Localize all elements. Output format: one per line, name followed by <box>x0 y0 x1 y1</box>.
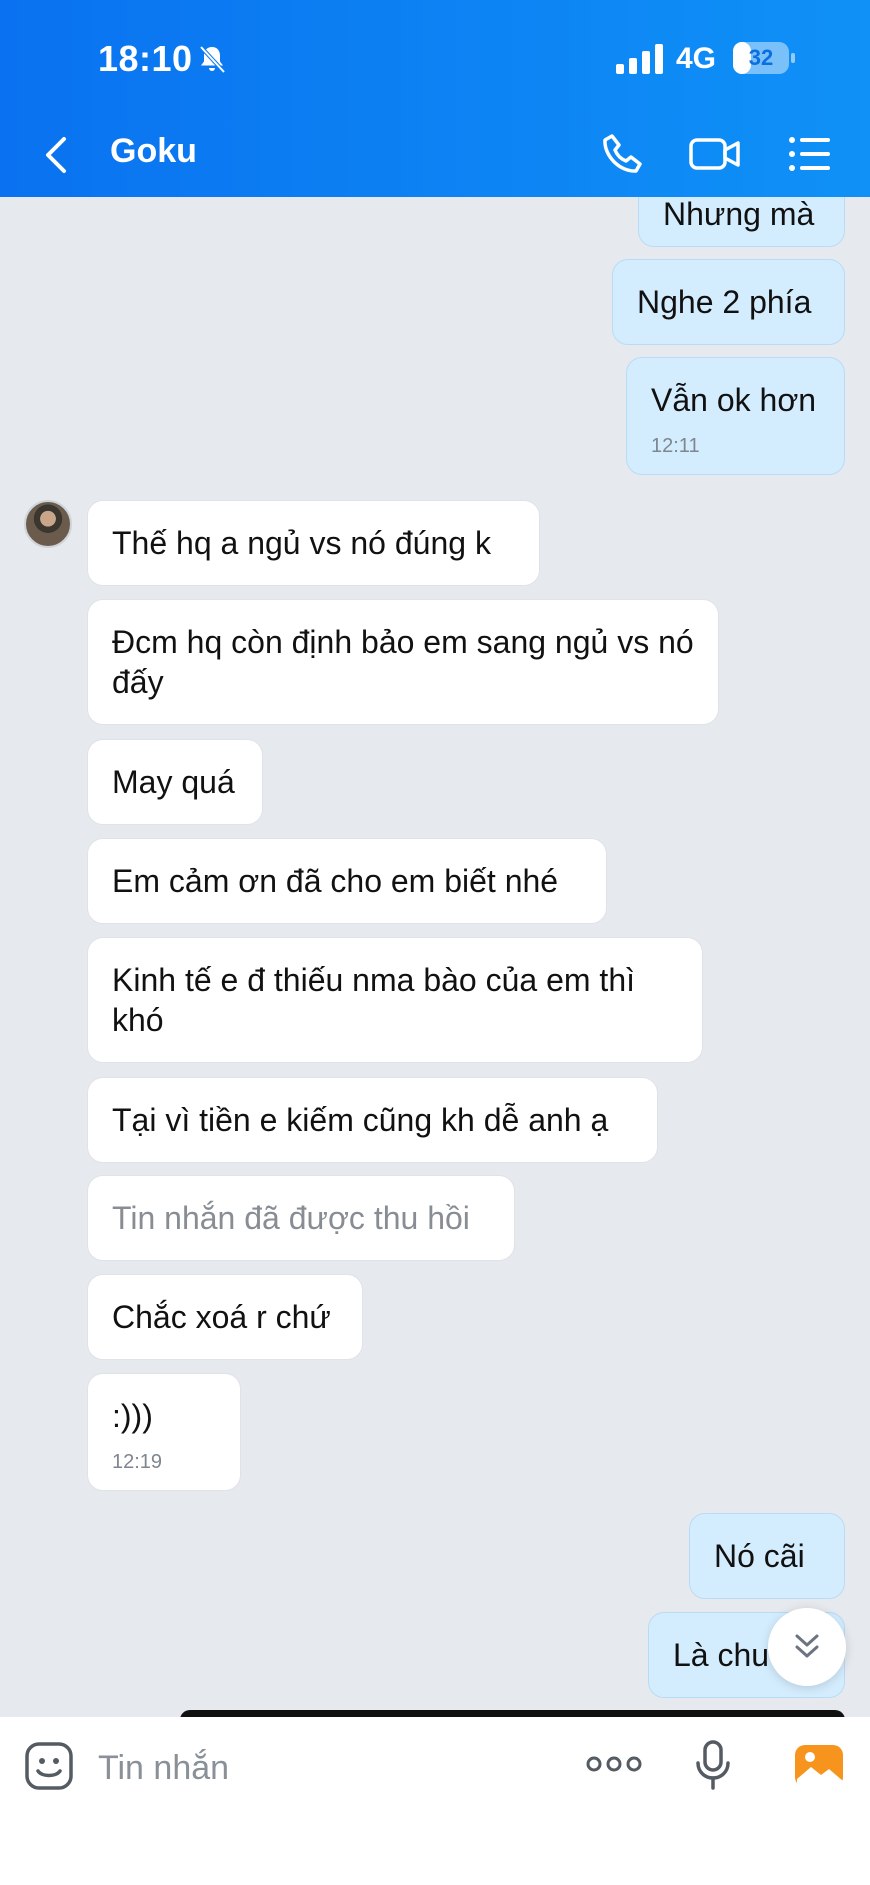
message-text: Đcm hq còn định bảo em sang ngủ vs nó đấ… <box>112 624 694 700</box>
message-text: May quá <box>112 764 235 800</box>
message-bubble-outgoing[interactable]: Nhưng mà <box>638 197 845 247</box>
message-text: Chắc xoá r chứ <box>112 1299 331 1335</box>
message-text: Tại vì tiền e kiếm cũng kh dễ anh ạ <box>112 1102 609 1138</box>
message-text: Nhưng mà <box>663 197 815 232</box>
message-time: 12:11 <box>651 435 700 457</box>
message-bubble-outgoing[interactable]: Vẫn ok hơn 12:11 <box>626 357 845 475</box>
message-bubble-incoming[interactable]: Kinh tế e đ thiếu nma bào của em thì khó <box>87 937 703 1063</box>
message-input[interactable] <box>96 1737 540 1799</box>
video-call-icon[interactable] <box>688 130 742 178</box>
avatar[interactable] <box>24 500 72 548</box>
message-bubble-incoming[interactable]: Đcm hq còn định bảo em sang ngủ vs nó đấ… <box>87 599 719 725</box>
back-icon[interactable] <box>40 135 76 175</box>
network-type: 4G <box>676 42 717 75</box>
message-bubble-outgoing[interactable]: Nó cãi <box>689 1513 845 1599</box>
message-bubble-outgoing[interactable]: Nghe 2 phía <box>612 259 845 345</box>
message-bubble-incoming[interactable]: May quá <box>87 739 263 825</box>
chat-messages[interactable]: Nhưng mà Nghe 2 phía Vẫn ok hơn 12:11 Th… <box>0 197 870 1717</box>
message-input-bar <box>0 1717 870 1885</box>
message-bubble-incoming[interactable]: Em cảm ơn đã cho em biết nhé <box>87 838 607 924</box>
status-time: 18:10 <box>98 38 193 79</box>
message-bubble-incoming[interactable]: Tại vì tiền e kiếm cũng kh dễ anh ạ <box>87 1077 658 1163</box>
message-text: Nghe 2 phía <box>637 284 812 320</box>
message-bubble-incoming[interactable]: :))) 12:19 <box>87 1373 241 1491</box>
message-text: Em cảm ơn đã cho em biết nhé <box>112 863 559 899</box>
microphone-icon[interactable] <box>692 1739 734 1791</box>
message-text: Thế hq a ngủ vs nó đúng k <box>112 525 491 561</box>
message-time: 12:19 <box>112 1451 163 1473</box>
signal-icon <box>616 44 663 74</box>
message-bubble-incoming[interactable]: Thế hq a ngủ vs nó đúng k <box>87 500 540 586</box>
emoji-icon[interactable] <box>24 1741 74 1791</box>
message-bubble-incoming[interactable]: Chắc xoá r chứ <box>87 1274 363 1360</box>
more-icon[interactable] <box>586 1747 642 1781</box>
message-text: Kinh tế e đ thiếu nma bào của em thì khó <box>112 962 635 1038</box>
message-text: Vẫn ok hơn <box>651 382 817 418</box>
gallery-icon[interactable] <box>793 1739 845 1791</box>
message-text: :))) <box>112 1398 153 1434</box>
bell-off-icon <box>199 45 226 74</box>
battery-icon: 32 <box>733 42 795 74</box>
battery-level: 32 <box>748 45 774 70</box>
chevrons-down-icon <box>795 1634 819 1658</box>
scroll-to-bottom-button[interactable] <box>768 1608 846 1686</box>
recalled-message[interactable]: Tin nhắn đã được thu hồi <box>87 1175 515 1261</box>
chat-header: 18:10 4G 32 Goku <box>0 0 870 197</box>
message-text: Nó cãi <box>714 1538 805 1574</box>
menu-list-icon[interactable] <box>786 130 834 178</box>
message-text: Tin nhắn đã được thu hồi <box>112 1200 470 1236</box>
contact-name[interactable]: Goku <box>110 132 197 171</box>
message-text: Là chu <box>673 1637 770 1673</box>
phone-icon[interactable] <box>598 130 646 178</box>
